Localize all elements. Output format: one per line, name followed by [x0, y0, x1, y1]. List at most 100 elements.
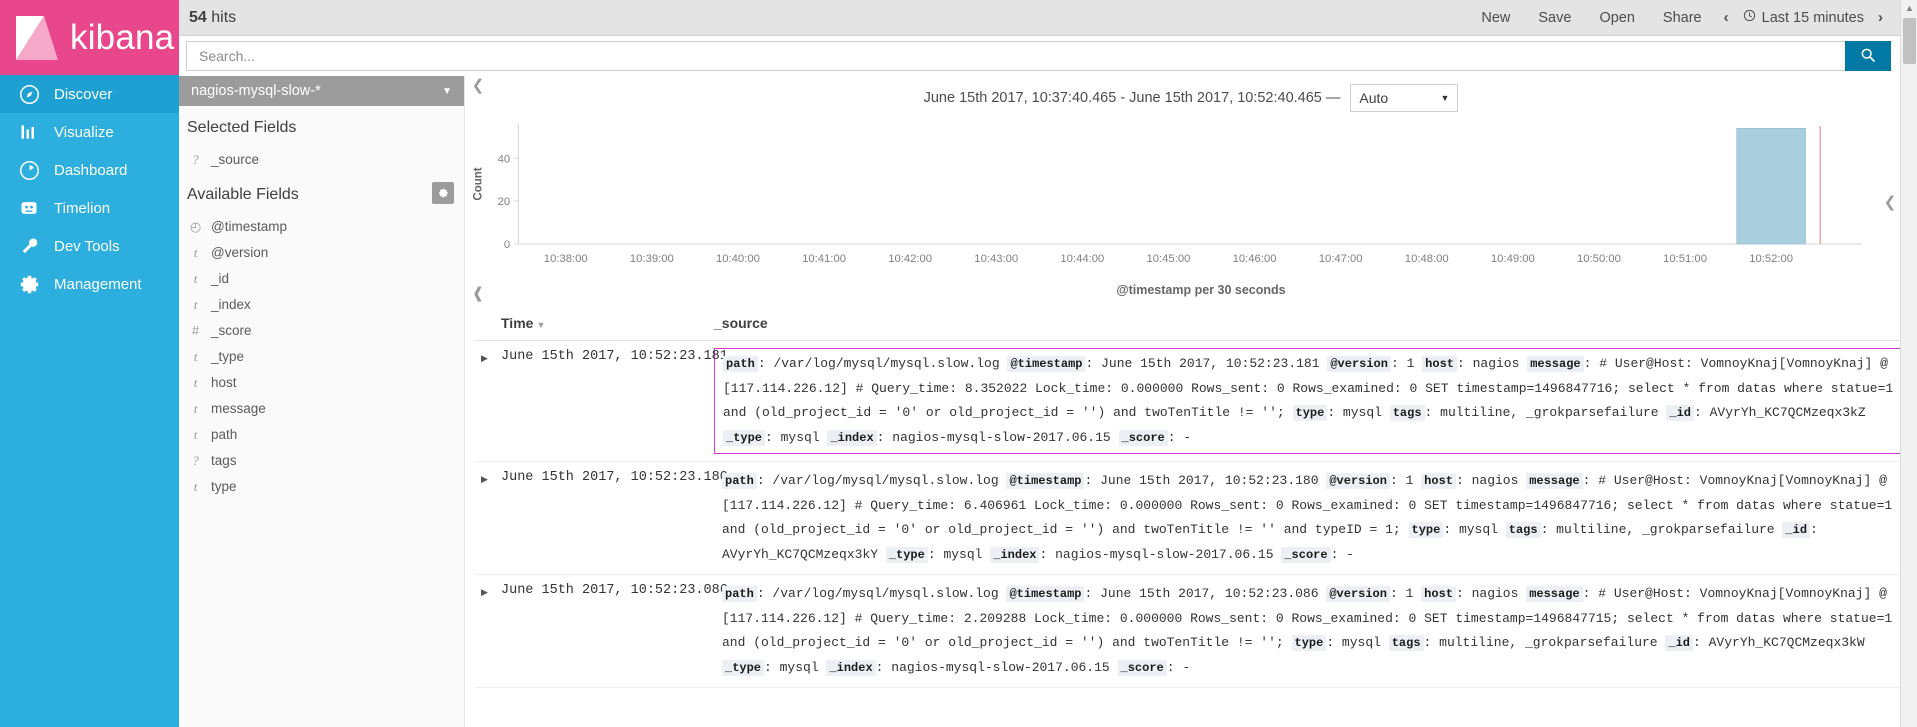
- source-field-value: nagios: [1473, 356, 1528, 371]
- document-source: path: /var/log/mysql/mysql.slow.log @tim…: [714, 582, 1917, 680]
- field-item-index[interactable]: t_index: [179, 292, 464, 318]
- document-source: path: /var/log/mysql/mysql.slow.log @tim…: [714, 469, 1917, 567]
- source-field-key: _id: [1665, 635, 1693, 651]
- source-field-value: /var/log/mysql/mysql.slow.log: [773, 356, 1007, 371]
- source-field-key: path: [722, 586, 757, 602]
- svg-text:10:47:00: 10:47:00: [1319, 253, 1363, 265]
- source-field-separator: :: [1390, 586, 1406, 601]
- source-field-value: mysql: [1342, 635, 1389, 650]
- interval-select[interactable]: Auto ▼: [1350, 84, 1458, 112]
- field-label: path: [211, 426, 237, 444]
- table-row[interactable]: ▶ June 15th 2017, 10:52:23.180path: /var/…: [475, 462, 1917, 575]
- gear-icon: [16, 271, 42, 297]
- sidebar-item-label: Dashboard: [54, 162, 127, 179]
- field-item-id[interactable]: t_id: [179, 266, 464, 292]
- collapse-sidebar-icon[interactable]: ❮: [470, 79, 486, 95]
- source-field-key: _index: [827, 430, 876, 446]
- field-item-score[interactable]: #_score: [179, 318, 464, 344]
- next-time-arrow-icon[interactable]: ›: [1870, 0, 1891, 35]
- prev-time-arrow-icon[interactable]: ‹: [1716, 0, 1737, 35]
- source-field-key: tags: [1389, 635, 1424, 651]
- document-timestamp: June 15th 2017, 10:52:23.180: [501, 469, 714, 485]
- field-item-type[interactable]: ttype: [179, 474, 464, 500]
- field-item-path[interactable]: tpath: [179, 422, 464, 448]
- page-scrollbar[interactable]: ▲: [1900, 0, 1917, 727]
- field-settings-gear-icon[interactable]: [432, 182, 454, 204]
- field-type-icon: t: [189, 348, 202, 366]
- available-fields-header: Available Fields: [179, 173, 464, 214]
- source-field-separator: :: [876, 660, 892, 675]
- main-region: 54 hits New Save Open Share ‹ Last 15 mi…: [179, 0, 1917, 727]
- source-field-separator: :: [1424, 635, 1440, 650]
- sidebar-item-timelion[interactable]: Timelion: [0, 189, 179, 227]
- source-field-value: multiline, _grokparsefailure: [1556, 522, 1782, 537]
- field-label: _score: [211, 322, 252, 340]
- field-item-_source[interactable]: ? _source: [179, 147, 464, 173]
- field-item-tags[interactable]: ?tags: [179, 448, 464, 474]
- svg-text:10:50:00: 10:50:00: [1577, 253, 1621, 265]
- source-field-key: message: [1526, 586, 1582, 602]
- selected-fields-title: Selected Fields: [179, 106, 464, 147]
- index-pattern-selector[interactable]: nagios-mysql-slow-* ▼: [179, 76, 464, 106]
- bar-chart-icon: [16, 119, 42, 145]
- documents-table-wrapper: Time▼ _source ▶June 15th 2017, 10:52:23.…: [465, 311, 1917, 688]
- source-field-separator: :: [1085, 356, 1101, 371]
- caret-right-icon[interactable]: ▶: [481, 353, 488, 363]
- field-item-host[interactable]: thost: [179, 370, 464, 396]
- source-field-key: _type: [722, 660, 764, 676]
- histogram-chart[interactable]: 02040Count10:38:0010:39:0010:40:0010:41:…: [465, 116, 1917, 281]
- source-field-separator: :: [1443, 522, 1459, 537]
- table-row[interactable]: ▶June 15th 2017, 10:52:23.181path: /var/…: [475, 341, 1917, 462]
- source-field-value: /var/log/mysql/mysql.slow.log: [772, 473, 1006, 488]
- source-column-label: _source: [714, 315, 768, 331]
- field-item-message[interactable]: tmessage: [179, 396, 464, 422]
- source-field-value: multiline, _grokparsefailure: [1440, 405, 1666, 420]
- table-row[interactable]: ▶June 15th 2017, 10:52:23.086path: /var/…: [475, 575, 1917, 688]
- source-field-value: -: [1346, 547, 1354, 562]
- sidebar-item-label: Dev Tools: [54, 238, 120, 255]
- sidebar-item-dashboard[interactable]: Dashboard: [0, 151, 179, 189]
- source-field-value: June 15th 2017, 10:52:23.181: [1101, 356, 1327, 371]
- field-item-timestamp[interactable]: ◴@timestamp: [179, 214, 464, 240]
- sidebar-item-dev-tools[interactable]: Dev Tools: [0, 227, 179, 265]
- source-field-key: @version: [1327, 356, 1391, 372]
- field-type-icon: ?: [189, 452, 202, 470]
- caret-right-icon[interactable]: ▶: [481, 587, 488, 597]
- source-field-key: @version: [1326, 586, 1390, 602]
- time-column-header[interactable]: Time▼: [501, 311, 714, 341]
- new-button[interactable]: New: [1467, 0, 1524, 35]
- source-field-value: 1: [1407, 356, 1423, 371]
- sidebar-item-discover[interactable]: Discover: [0, 75, 179, 113]
- scroll-up-icon[interactable]: ▲: [1904, 3, 1915, 14]
- source-field-value: AVyrYh_KC7QCMzeqx3kZ: [1710, 405, 1866, 420]
- source-field-separator: :: [757, 473, 773, 488]
- top-bar: 54 hits New Save Open Share ‹ Last 15 mi…: [179, 0, 1917, 36]
- search-input[interactable]: [186, 41, 1845, 71]
- field-item-type[interactable]: t_type: [179, 344, 464, 370]
- collapse-chart-icon[interactable]: ❰: [470, 287, 486, 303]
- dashboard-icon: [16, 157, 42, 183]
- source-field-separator: :: [1167, 660, 1183, 675]
- sidebar-item-visualize[interactable]: Visualize: [0, 113, 179, 151]
- field-type-icon: ◴: [189, 218, 202, 236]
- source-field-separator: :: [1327, 405, 1343, 420]
- open-button[interactable]: Open: [1585, 0, 1648, 35]
- scrollbar-thumb[interactable]: [1903, 18, 1916, 64]
- svg-text:10:42:00: 10:42:00: [888, 253, 932, 265]
- time-picker[interactable]: Last 15 minutes: [1737, 9, 1870, 26]
- expand-cell: ▶: [475, 462, 501, 575]
- caret-right-icon[interactable]: ▶: [481, 474, 488, 484]
- svg-text:10:46:00: 10:46:00: [1233, 253, 1277, 265]
- source-field-separator: :: [1583, 473, 1599, 488]
- chevron-down-icon: ▼: [1440, 93, 1449, 103]
- field-label: host: [211, 374, 237, 392]
- collapse-right-icon[interactable]: ❮: [1882, 196, 1898, 212]
- share-button[interactable]: Share: [1649, 0, 1716, 35]
- save-button[interactable]: Save: [1524, 0, 1585, 35]
- source-field-separator: :: [1456, 473, 1472, 488]
- field-item-version[interactable]: t@version: [179, 240, 464, 266]
- source-field-key: _id: [1666, 405, 1694, 421]
- sidebar-item-management[interactable]: Management: [0, 265, 179, 303]
- svg-text:10:48:00: 10:48:00: [1405, 253, 1449, 265]
- search-submit-button[interactable]: [1845, 41, 1891, 71]
